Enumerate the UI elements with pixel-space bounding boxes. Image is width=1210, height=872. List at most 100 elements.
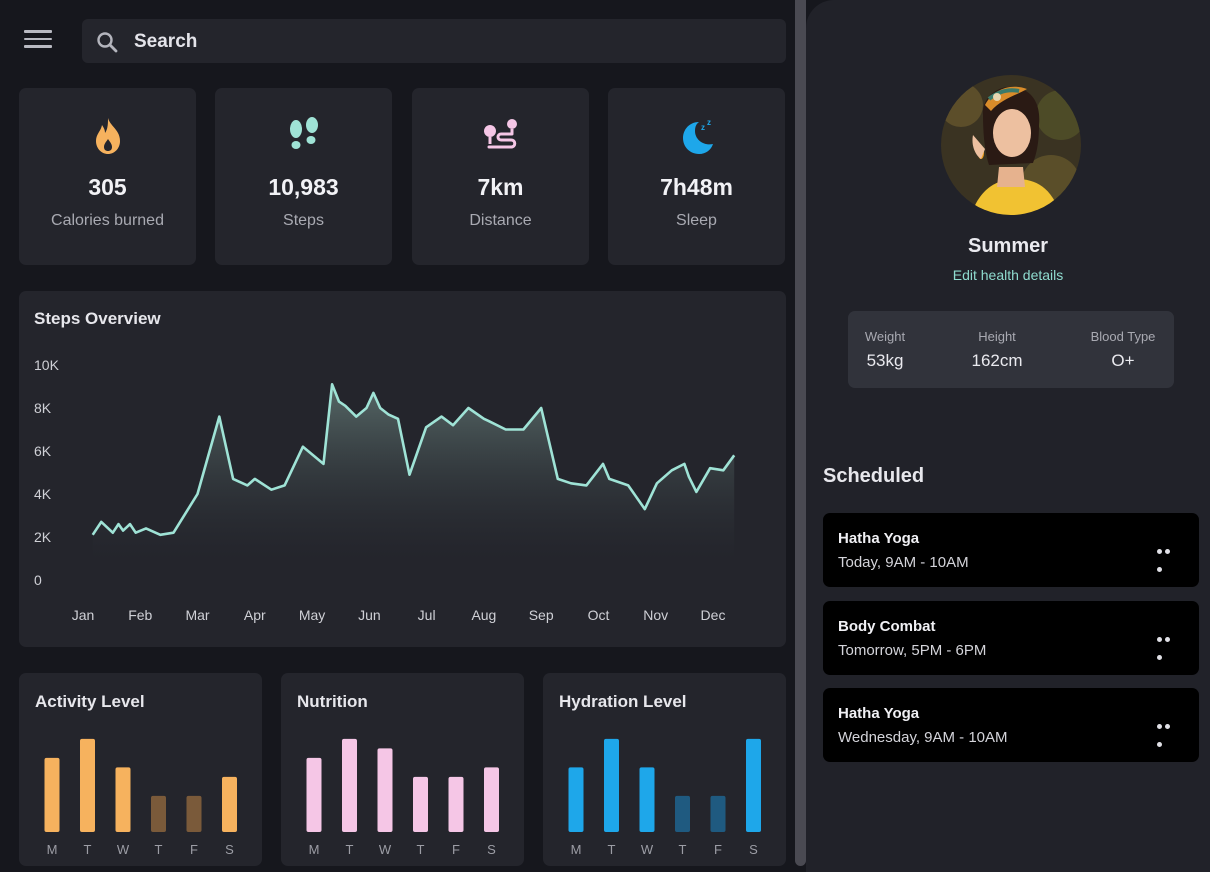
svg-text:z: z	[707, 118, 711, 127]
x-tick-label: Feb	[128, 607, 152, 623]
steps-area-fill	[92, 384, 735, 560]
stat-value: 7km	[477, 174, 524, 200]
more-options-icon[interactable]	[1157, 716, 1179, 747]
bar	[710, 795, 726, 832]
day-label: T	[346, 842, 354, 857]
x-tick-label: Nov	[643, 607, 668, 623]
footsteps-icon	[289, 117, 318, 149]
activity-bar-chart: MTWTFS	[44, 738, 237, 857]
day-label: W	[117, 842, 130, 857]
scheduled-item-time: Wednesday, 9AM - 10AM	[838, 729, 1008, 746]
day-label: W	[379, 842, 392, 857]
bar	[151, 795, 166, 832]
profile-name: Summer	[967, 235, 1049, 257]
y-tick-label: 10K	[34, 357, 60, 373]
nutrition-card: Nutrition MTWTFS	[281, 673, 524, 866]
stat-label: Sleep	[676, 212, 717, 229]
y-tick-label: 8K	[34, 400, 52, 416]
health-label: Weight	[864, 329, 906, 344]
health-label: Blood Type	[1090, 329, 1156, 344]
more-options-icon[interactable]	[1157, 541, 1179, 572]
x-tick-label: Aug	[471, 607, 496, 623]
day-label: S	[225, 842, 234, 857]
hamburger-menu-icon[interactable]	[24, 30, 52, 52]
stat-card-calories: 305 Calories burned	[19, 88, 196, 265]
bar	[222, 776, 237, 832]
health-value: O+	[1111, 351, 1135, 370]
stat-card-sleep: z z 7h48m Sleep	[608, 88, 785, 265]
y-tick-label: 4K	[34, 486, 52, 502]
bar	[746, 738, 761, 832]
search-bar[interactable]	[82, 19, 786, 65]
steps-overview-chart: 10K 8K 6K 4K 2K 0 Jan Feb Mar Apr May Jun Jul Aug Sep…	[34, 357, 736, 623]
scheduled-item[interactable]: Body Combat Tomorrow, 5PM - 6PM	[823, 601, 1199, 675]
nutrition-bar-chart: MTWTFS	[306, 738, 499, 857]
bar	[342, 738, 357, 832]
bar	[186, 795, 202, 832]
stat-card-steps: 10,983 Steps	[215, 88, 392, 265]
edit-health-details-link[interactable]: Edit health details	[806, 267, 1210, 283]
day-label: F	[714, 842, 722, 857]
day-label: T	[679, 842, 687, 857]
scheduled-heading: Scheduled	[823, 465, 925, 487]
scheduled-item-title: Body Combat	[838, 618, 936, 635]
bar	[44, 757, 60, 832]
day-label: M	[571, 842, 582, 857]
health-label: Height	[978, 329, 1016, 344]
x-tick-label: Sep	[529, 607, 554, 623]
stat-value: 305	[88, 174, 127, 200]
y-tick-label: 6K	[34, 443, 52, 459]
bar	[413, 776, 428, 832]
moon-icon: z z	[682, 118, 713, 154]
bar	[306, 757, 322, 832]
stat-label: Calories burned	[51, 212, 164, 229]
scheduled-item[interactable]: Hatha Yoga Wednesday, 9AM - 10AM	[823, 688, 1199, 762]
day-label: T	[608, 842, 616, 857]
health-value: 162cm	[971, 351, 1023, 370]
day-label: M	[47, 842, 58, 857]
scrollbar[interactable]	[795, 0, 806, 866]
stat-label: Distance	[469, 212, 532, 229]
day-label: F	[190, 842, 198, 857]
health-details-panel: Weight 53kg Height 162cm Blood Type O+	[848, 311, 1174, 388]
stat-label: Steps	[283, 212, 324, 229]
day-label: T	[417, 842, 425, 857]
bar	[448, 776, 464, 832]
day-label: F	[452, 842, 460, 857]
y-tick-label: 0	[34, 572, 42, 588]
scheduled-item-title: Hatha Yoga	[838, 530, 920, 547]
day-label: S	[487, 842, 496, 857]
bar	[115, 767, 131, 832]
flame-icon	[95, 118, 120, 154]
day-label: S	[749, 842, 758, 857]
distance-icon	[483, 119, 517, 149]
search-input[interactable]	[132, 19, 776, 65]
more-options-icon[interactable]	[1157, 629, 1179, 660]
search-icon	[97, 32, 118, 53]
x-tick-label: Jul	[418, 607, 436, 623]
x-tick-label: Jan	[72, 607, 95, 623]
day-label: T	[155, 842, 163, 857]
hydration-bar-chart: MTWTFS	[568, 738, 761, 857]
avatar[interactable]	[941, 75, 1081, 215]
y-tick-label: 2K	[34, 529, 52, 545]
hydration-level-card: Hydration Level MTWTFS	[543, 673, 786, 866]
bar	[484, 767, 499, 832]
day-label: T	[84, 842, 92, 857]
x-tick-label: Jun	[358, 607, 381, 623]
scheduled-item[interactable]: Hatha Yoga Today, 9AM - 10AM	[823, 513, 1199, 587]
scheduled-item-time: Today, 9AM - 10AM	[838, 554, 969, 571]
main-panel: 305 Calories burned 10,983 Steps 7km Dis…	[0, 0, 795, 872]
bar	[639, 767, 655, 832]
scheduled-item-time: Tomorrow, 5PM - 6PM	[838, 642, 987, 659]
bar	[568, 767, 584, 832]
stat-value: 7h48m	[660, 174, 733, 200]
stat-card-distance: 7km Distance	[412, 88, 589, 265]
stat-value: 10,983	[268, 174, 339, 200]
bar	[80, 738, 95, 832]
svg-text:z: z	[701, 123, 705, 132]
scheduled-item-title: Hatha Yoga	[838, 705, 920, 722]
day-label: M	[309, 842, 320, 857]
x-tick-label: Oct	[588, 607, 610, 623]
bar	[377, 748, 393, 832]
